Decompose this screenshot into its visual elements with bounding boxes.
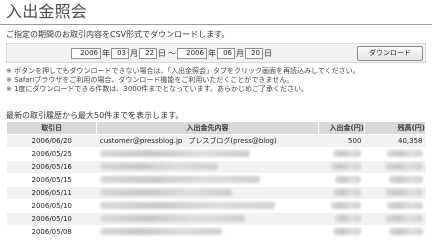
range-separator: ～ <box>168 48 176 58</box>
blurred-detail <box>96 212 319 226</box>
note-safari: ※ Safariブラウザをご利用の場合、ダウンロード機能をご利用いただくことがで… <box>6 76 294 84</box>
start-year-field[interactable]: 2006 <box>71 48 101 59</box>
intro-text: ご指定の期間のお取引内容をCSV形式でダウンロードします。 <box>6 30 230 39</box>
date-range-bar: 2006 年 03 月 22 日 ～ 2006 年 06 月 20 日 ダウンロ… <box>6 43 426 63</box>
redacted-balance <box>386 150 423 157</box>
redacted-balance <box>388 228 423 235</box>
blurred-balance <box>364 186 426 200</box>
table-row: 2006/05/10 <box>6 212 426 226</box>
row-amount: 500 <box>318 134 365 148</box>
redacted-balance <box>384 189 423 196</box>
redacted-amount <box>331 202 362 209</box>
blurred-balance <box>364 147 426 161</box>
start-month-suffix: 月 <box>130 48 138 58</box>
redacted-detail <box>99 163 218 170</box>
transaction-table: 取引日 入出金先内容 入出金(円) 残高(円) 2006/06/20 custo… <box>5 121 427 239</box>
redacted-detail <box>99 189 232 196</box>
start-year-suffix: 年 <box>102 48 110 58</box>
redacted-balance <box>386 202 423 209</box>
table-row: 2006/05/25 <box>6 147 426 161</box>
blurred-balance <box>364 212 426 226</box>
end-year-field[interactable]: 2006 <box>177 48 207 59</box>
row-date: 2006/05/10 <box>6 212 97 226</box>
blurred-detail <box>96 173 319 187</box>
end-month-field[interactable]: 06 <box>217 48 235 59</box>
blurred-amount <box>318 173 365 187</box>
redacted-balance <box>384 163 423 170</box>
title-divider <box>0 24 432 25</box>
note-limit: ※ 1度にダウンロードできる件数は、3000件までとなっています。あらかじめご了… <box>6 85 308 93</box>
payment-history-page: 入出金照会 ご指定の期間のお取引内容をCSV形式でダウンロードします。 2006… <box>0 0 432 247</box>
redacted-detail <box>99 215 245 222</box>
table-row: 2006/06/20 customer@pressblog.jp プレスブログ(… <box>6 134 426 148</box>
redacted-amount <box>331 163 362 170</box>
blurred-detail <box>96 225 319 239</box>
blurred-detail <box>96 186 319 200</box>
blurred-detail <box>96 147 319 161</box>
blurred-balance <box>364 225 426 239</box>
blurred-amount <box>318 225 365 239</box>
redacted-amount <box>333 150 362 157</box>
blurred-amount <box>318 199 365 213</box>
notes-list: ※ ボタンを押してもダウンロードできない場合は、「入出金照会」タブをクリック画面… <box>6 67 426 94</box>
page-title: 入出金照会 <box>6 2 88 21</box>
redacted-balance <box>384 215 423 222</box>
row-date: 2006/05/08 <box>6 225 97 239</box>
redacted-detail <box>99 228 222 235</box>
row-date: 2006/05/10 <box>6 199 97 213</box>
redacted-amount <box>335 176 362 183</box>
row-detail: customer@pressblog.jp プレスブログ(press@blog) <box>96 134 319 148</box>
end-year-suffix: 年 <box>208 48 216 58</box>
table-row: 2006/05/11 <box>6 186 426 200</box>
row-date: 2006/06/20 <box>6 134 97 148</box>
header-balance: 残高(円) <box>363 121 427 135</box>
header-date: 取引日 <box>5 121 98 135</box>
blurred-amount <box>318 147 365 161</box>
blurred-amount <box>318 186 365 200</box>
table-row: 2006/05/10 <box>6 199 426 213</box>
row-date: 2006/05/16 <box>6 160 97 174</box>
table-row: 2006/05/16 <box>6 160 426 174</box>
blurred-balance <box>364 199 426 213</box>
blurred-detail <box>96 160 319 174</box>
row-date: 2006/05/15 <box>6 173 97 187</box>
redacted-amount <box>335 215 362 222</box>
header-detail: 入出金先内容 <box>96 121 319 135</box>
download-button[interactable]: ダウンロード <box>357 46 423 61</box>
end-day-field[interactable]: 20 <box>245 48 263 59</box>
blurred-amount <box>318 160 365 174</box>
detail-email: customer@pressblog.jp <box>99 136 183 145</box>
blurred-balance <box>364 160 426 174</box>
redacted-amount <box>333 189 362 196</box>
table-header-row: 取引日 入出金先内容 入出金(円) 残高(円) <box>5 121 427 135</box>
date-range-form: 2006 年 03 月 22 日 ～ 2006 年 06 月 20 日 <box>71 47 273 60</box>
table-row: 2006/05/08 <box>6 225 426 239</box>
end-day-suffix: 日 <box>264 48 272 58</box>
table-row: 2006/05/15 <box>6 173 426 187</box>
end-month-suffix: 月 <box>236 48 244 58</box>
redacted-detail <box>99 150 250 157</box>
detail-content: customer@pressblog.jp プレスブログ(press@blog) <box>100 137 315 146</box>
redacted-amount <box>333 228 362 235</box>
header-deposit: 入出金(円) <box>317 121 365 135</box>
history-label: 最新の取引履歴から最大50件までを表示します。 <box>6 111 184 120</box>
start-month-field[interactable]: 03 <box>111 48 129 59</box>
row-date: 2006/05/25 <box>6 147 97 161</box>
redacted-detail <box>99 176 260 183</box>
redacted-detail <box>99 202 275 209</box>
blurred-detail <box>96 199 319 213</box>
detail-name: プレスブログ(press@blog) <box>188 136 277 145</box>
start-day-field[interactable]: 22 <box>139 48 157 59</box>
row-balance: 40,358 <box>364 134 426 148</box>
redacted-balance <box>388 176 423 183</box>
start-day-suffix: 日 <box>158 48 166 58</box>
blurred-balance <box>364 173 426 187</box>
blurred-amount <box>318 212 365 226</box>
row-date: 2006/05/11 <box>6 186 97 200</box>
note-reload: ※ ボタンを押してもダウンロードできない場合は、「入出金照会」タブをクリック画面… <box>6 67 360 75</box>
